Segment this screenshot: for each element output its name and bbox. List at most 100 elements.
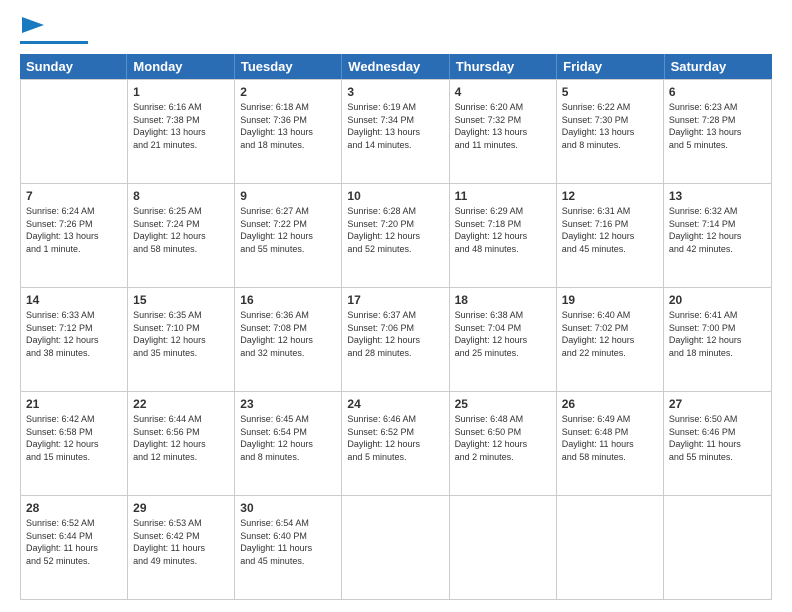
cell-info: Sunrise: 6:52 AM Sunset: 6:44 PM Dayligh… — [26, 517, 122, 567]
page: SundayMondayTuesdayWednesdayThursdayFrid… — [0, 0, 792, 612]
day-number: 17 — [347, 292, 443, 308]
cell-info: Sunrise: 6:38 AM Sunset: 7:04 PM Dayligh… — [455, 309, 551, 359]
header-day-monday: Monday — [127, 54, 234, 79]
calendar-cell-3-2: 23Sunrise: 6:45 AM Sunset: 6:54 PM Dayli… — [235, 392, 342, 495]
cell-info: Sunrise: 6:29 AM Sunset: 7:18 PM Dayligh… — [455, 205, 551, 255]
calendar-cell-0-5: 5Sunrise: 6:22 AM Sunset: 7:30 PM Daylig… — [557, 80, 664, 183]
calendar-cell-0-3: 3Sunrise: 6:19 AM Sunset: 7:34 PM Daylig… — [342, 80, 449, 183]
calendar-cell-3-4: 25Sunrise: 6:48 AM Sunset: 6:50 PM Dayli… — [450, 392, 557, 495]
day-number: 12 — [562, 188, 658, 204]
calendar-cell-4-0: 28Sunrise: 6:52 AM Sunset: 6:44 PM Dayli… — [21, 496, 128, 599]
calendar-cell-2-6: 20Sunrise: 6:41 AM Sunset: 7:00 PM Dayli… — [664, 288, 771, 391]
day-number: 18 — [455, 292, 551, 308]
calendar-cell-3-3: 24Sunrise: 6:46 AM Sunset: 6:52 PM Dayli… — [342, 392, 449, 495]
day-number: 10 — [347, 188, 443, 204]
logo-arrow-icon — [22, 15, 44, 35]
day-number: 19 — [562, 292, 658, 308]
day-number: 2 — [240, 84, 336, 100]
day-number: 3 — [347, 84, 443, 100]
day-number: 4 — [455, 84, 551, 100]
day-number: 20 — [669, 292, 766, 308]
calendar-cell-1-4: 11Sunrise: 6:29 AM Sunset: 7:18 PM Dayli… — [450, 184, 557, 287]
header-day-sunday: Sunday — [20, 54, 127, 79]
cell-info: Sunrise: 6:32 AM Sunset: 7:14 PM Dayligh… — [669, 205, 766, 255]
calendar-cell-3-1: 22Sunrise: 6:44 AM Sunset: 6:56 PM Dayli… — [128, 392, 235, 495]
day-number: 5 — [562, 84, 658, 100]
calendar-cell-1-3: 10Sunrise: 6:28 AM Sunset: 7:20 PM Dayli… — [342, 184, 449, 287]
cell-info: Sunrise: 6:20 AM Sunset: 7:32 PM Dayligh… — [455, 101, 551, 151]
cell-info: Sunrise: 6:49 AM Sunset: 6:48 PM Dayligh… — [562, 413, 658, 463]
day-number: 24 — [347, 396, 443, 412]
day-number: 11 — [455, 188, 551, 204]
calendar-cell-3-6: 27Sunrise: 6:50 AM Sunset: 6:46 PM Dayli… — [664, 392, 771, 495]
calendar-cell-2-3: 17Sunrise: 6:37 AM Sunset: 7:06 PM Dayli… — [342, 288, 449, 391]
day-number: 16 — [240, 292, 336, 308]
calendar-cell-3-0: 21Sunrise: 6:42 AM Sunset: 6:58 PM Dayli… — [21, 392, 128, 495]
day-number: 8 — [133, 188, 229, 204]
cell-info: Sunrise: 6:50 AM Sunset: 6:46 PM Dayligh… — [669, 413, 766, 463]
logo-underline — [20, 41, 88, 44]
calendar-cell-0-1: 1Sunrise: 6:16 AM Sunset: 7:38 PM Daylig… — [128, 80, 235, 183]
day-number: 14 — [26, 292, 122, 308]
cell-info: Sunrise: 6:27 AM Sunset: 7:22 PM Dayligh… — [240, 205, 336, 255]
day-number: 6 — [669, 84, 766, 100]
calendar-row-1: 7Sunrise: 6:24 AM Sunset: 7:26 PM Daylig… — [21, 183, 771, 287]
calendar-cell-1-0: 7Sunrise: 6:24 AM Sunset: 7:26 PM Daylig… — [21, 184, 128, 287]
calendar-cell-3-5: 26Sunrise: 6:49 AM Sunset: 6:48 PM Dayli… — [557, 392, 664, 495]
cell-info: Sunrise: 6:18 AM Sunset: 7:36 PM Dayligh… — [240, 101, 336, 151]
cell-info: Sunrise: 6:41 AM Sunset: 7:00 PM Dayligh… — [669, 309, 766, 359]
header-day-wednesday: Wednesday — [342, 54, 449, 79]
calendar-cell-2-2: 16Sunrise: 6:36 AM Sunset: 7:08 PM Dayli… — [235, 288, 342, 391]
cell-info: Sunrise: 6:45 AM Sunset: 6:54 PM Dayligh… — [240, 413, 336, 463]
cell-info: Sunrise: 6:53 AM Sunset: 6:42 PM Dayligh… — [133, 517, 229, 567]
cell-info: Sunrise: 6:16 AM Sunset: 7:38 PM Dayligh… — [133, 101, 229, 151]
calendar-cell-0-6: 6Sunrise: 6:23 AM Sunset: 7:28 PM Daylig… — [664, 80, 771, 183]
calendar-header: SundayMondayTuesdayWednesdayThursdayFrid… — [20, 54, 772, 79]
calendar-cell-4-2: 30Sunrise: 6:54 AM Sunset: 6:40 PM Dayli… — [235, 496, 342, 599]
cell-info: Sunrise: 6:40 AM Sunset: 7:02 PM Dayligh… — [562, 309, 658, 359]
cell-info: Sunrise: 6:42 AM Sunset: 6:58 PM Dayligh… — [26, 413, 122, 463]
cell-info: Sunrise: 6:35 AM Sunset: 7:10 PM Dayligh… — [133, 309, 229, 359]
calendar-row-4: 28Sunrise: 6:52 AM Sunset: 6:44 PM Dayli… — [21, 495, 771, 599]
calendar-cell-2-5: 19Sunrise: 6:40 AM Sunset: 7:02 PM Dayli… — [557, 288, 664, 391]
cell-info: Sunrise: 6:28 AM Sunset: 7:20 PM Dayligh… — [347, 205, 443, 255]
header-day-friday: Friday — [557, 54, 664, 79]
day-number: 26 — [562, 396, 658, 412]
cell-info: Sunrise: 6:46 AM Sunset: 6:52 PM Dayligh… — [347, 413, 443, 463]
calendar-cell-4-3 — [342, 496, 449, 599]
calendar-cell-1-6: 13Sunrise: 6:32 AM Sunset: 7:14 PM Dayli… — [664, 184, 771, 287]
header-day-tuesday: Tuesday — [235, 54, 342, 79]
calendar-cell-4-1: 29Sunrise: 6:53 AM Sunset: 6:42 PM Dayli… — [128, 496, 235, 599]
cell-info: Sunrise: 6:54 AM Sunset: 6:40 PM Dayligh… — [240, 517, 336, 567]
calendar-cell-1-1: 8Sunrise: 6:25 AM Sunset: 7:24 PM Daylig… — [128, 184, 235, 287]
calendar-row-3: 21Sunrise: 6:42 AM Sunset: 6:58 PM Dayli… — [21, 391, 771, 495]
calendar-cell-1-5: 12Sunrise: 6:31 AM Sunset: 7:16 PM Dayli… — [557, 184, 664, 287]
header — [20, 18, 772, 44]
calendar-row-2: 14Sunrise: 6:33 AM Sunset: 7:12 PM Dayli… — [21, 287, 771, 391]
logo — [20, 18, 88, 44]
day-number: 29 — [133, 500, 229, 516]
header-day-saturday: Saturday — [665, 54, 772, 79]
calendar-cell-2-0: 14Sunrise: 6:33 AM Sunset: 7:12 PM Dayli… — [21, 288, 128, 391]
cell-info: Sunrise: 6:36 AM Sunset: 7:08 PM Dayligh… — [240, 309, 336, 359]
calendar-cell-0-2: 2Sunrise: 6:18 AM Sunset: 7:36 PM Daylig… — [235, 80, 342, 183]
calendar-cell-4-4 — [450, 496, 557, 599]
calendar-cell-0-4: 4Sunrise: 6:20 AM Sunset: 7:32 PM Daylig… — [450, 80, 557, 183]
day-number: 25 — [455, 396, 551, 412]
cell-info: Sunrise: 6:23 AM Sunset: 7:28 PM Dayligh… — [669, 101, 766, 151]
calendar-body: 1Sunrise: 6:16 AM Sunset: 7:38 PM Daylig… — [20, 79, 772, 600]
day-number: 9 — [240, 188, 336, 204]
cell-info: Sunrise: 6:44 AM Sunset: 6:56 PM Dayligh… — [133, 413, 229, 463]
calendar-cell-1-2: 9Sunrise: 6:27 AM Sunset: 7:22 PM Daylig… — [235, 184, 342, 287]
day-number: 7 — [26, 188, 122, 204]
calendar-cell-2-4: 18Sunrise: 6:38 AM Sunset: 7:04 PM Dayli… — [450, 288, 557, 391]
calendar: SundayMondayTuesdayWednesdayThursdayFrid… — [20, 54, 772, 600]
cell-info: Sunrise: 6:24 AM Sunset: 7:26 PM Dayligh… — [26, 205, 122, 255]
day-number: 1 — [133, 84, 229, 100]
cell-info: Sunrise: 6:33 AM Sunset: 7:12 PM Dayligh… — [26, 309, 122, 359]
calendar-cell-0-0 — [21, 80, 128, 183]
cell-info: Sunrise: 6:37 AM Sunset: 7:06 PM Dayligh… — [347, 309, 443, 359]
calendar-cell-4-6 — [664, 496, 771, 599]
calendar-row-0: 1Sunrise: 6:16 AM Sunset: 7:38 PM Daylig… — [21, 79, 771, 183]
cell-info: Sunrise: 6:31 AM Sunset: 7:16 PM Dayligh… — [562, 205, 658, 255]
